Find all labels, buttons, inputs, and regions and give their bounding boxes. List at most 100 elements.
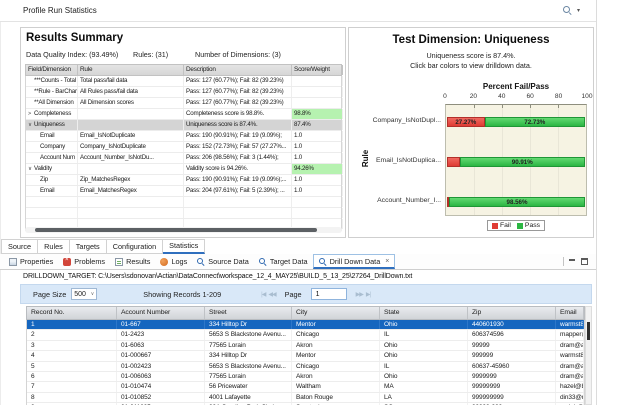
view-tab-source-data[interactable]: Source Data bbox=[192, 254, 254, 269]
rule-cell: Company_IsNotDuplicate bbox=[78, 142, 184, 152]
plot-area: 27.27%72.73% 90.91% 98.56% bbox=[445, 104, 587, 216]
table-cell: 334 Hilltop Dr bbox=[205, 351, 292, 360]
field-cell: Email bbox=[26, 131, 78, 141]
column-header[interactable]: City bbox=[292, 307, 380, 319]
table-row[interactable]: 601-00606377565 LorainAkronOhio9999999dr… bbox=[27, 372, 584, 382]
column-header[interactable]: Account Number bbox=[117, 307, 205, 319]
page-toolbar: Page Size 500 ∨ Showing Records 1-209 |◀… bbox=[20, 284, 592, 304]
rule-cell: Email_MatchesRegex bbox=[78, 186, 184, 196]
chevron-expanded-icon[interactable]: ∨ bbox=[28, 121, 34, 130]
score-cell: 98.8% bbox=[292, 109, 343, 119]
pass-segment[interactable]: 72.73% bbox=[485, 117, 585, 127]
column-header[interactable]: Email bbox=[556, 307, 584, 319]
table-row[interactable]: 501-0024235653 S Blackstone Avenu...Chic… bbox=[27, 362, 584, 372]
fail-segment[interactable]: 27.27% bbox=[447, 117, 485, 127]
tab-rules[interactable]: Rules bbox=[38, 239, 70, 254]
logs-icon bbox=[160, 258, 168, 266]
column-header[interactable]: Zip bbox=[468, 307, 556, 319]
view-tab-logs[interactable]: Logs bbox=[155, 254, 192, 269]
field-cell: Zip bbox=[26, 175, 78, 185]
table-row[interactable]: 201-24235653 S Blackstone Avenu...Chicag… bbox=[27, 330, 584, 340]
chevron-down-icon[interactable]: ▾ bbox=[577, 7, 580, 14]
view-tab-drill-down-data[interactable]: Drill Down Data× bbox=[313, 254, 396, 269]
column-header[interactable]: Street bbox=[205, 307, 292, 319]
field-cell: **Rule - BarChar bbox=[26, 87, 78, 97]
chevron-expanded-icon[interactable]: ∨ bbox=[28, 165, 34, 174]
score-cell: 1.0 bbox=[292, 142, 343, 152]
category-label: Company_IsNotDupl... bbox=[351, 117, 441, 124]
vertical-scrollbar[interactable] bbox=[585, 306, 592, 405]
table-cell: 5653 S Blackstone Avenu... bbox=[205, 330, 292, 339]
results-row[interactable]: EmailEmail_MatchesRegexPass: 204 (97.61%… bbox=[26, 186, 341, 197]
table-cell: 01-010474 bbox=[117, 382, 205, 391]
horizontal-scrollbar[interactable] bbox=[25, 227, 342, 233]
results-row[interactable]: >CompletenessCompleteness score is 98.8%… bbox=[26, 109, 341, 120]
results-row[interactable]: CompanyCompany_IsNotDuplicatePass: 152 (… bbox=[26, 142, 341, 153]
table-cell: 60637-45960 bbox=[468, 362, 556, 371]
first-page-button[interactable]: |◀ bbox=[261, 291, 265, 298]
results-row[interactable]: **All DimensionAll Dimension scoresPass:… bbox=[26, 98, 341, 109]
chart-title: Percent Fail/Pass bbox=[445, 82, 587, 91]
page-input[interactable]: 1 bbox=[311, 288, 347, 300]
tab-targets[interactable]: Targets bbox=[70, 239, 107, 254]
tab-source[interactable]: Source bbox=[1, 239, 38, 254]
rules-count-label: Rules: (31) bbox=[133, 50, 168, 59]
column-header: Rule bbox=[78, 65, 184, 75]
next-page-button[interactable]: ▶▶ bbox=[356, 291, 363, 298]
table-cell: din33@nc bbox=[556, 393, 584, 402]
table-row[interactable]: 701-01047456 PricewaterWalthamMA99999999… bbox=[27, 382, 584, 392]
rule-cell: Account_Number_IsNotDu... bbox=[78, 153, 184, 163]
x-axis: 020406080100 bbox=[445, 93, 587, 101]
pass-segment[interactable]: 90.91% bbox=[460, 157, 585, 167]
results-row[interactable]: **Rule - BarCharAll Rules pass/fail data… bbox=[26, 87, 341, 98]
table-cell: 440601930 bbox=[468, 320, 556, 329]
table-cell: Waltham bbox=[292, 382, 380, 391]
horizontal-scrollbar-thumb[interactable] bbox=[35, 228, 317, 232]
table-cell: 4 bbox=[27, 351, 117, 360]
results-row[interactable]: ∨UniquenessUniqueness score is 87.4%.87.… bbox=[26, 120, 341, 131]
field-cell: >Completeness bbox=[26, 109, 78, 119]
tab-configuration[interactable]: Configuration bbox=[107, 239, 163, 254]
field-cell: Account Num bbox=[26, 153, 78, 163]
last-page-button[interactable]: ▶| bbox=[366, 291, 370, 298]
tab-statistics[interactable]: Statistics bbox=[163, 239, 205, 254]
results-row[interactable]: EmailEmail_IsNotDuplicatePass: 190 (90.9… bbox=[26, 131, 341, 142]
table-header: Record No.Account NumberStreetCityStateZ… bbox=[26, 306, 585, 320]
table-row[interactable]: 301-606377565 LorainAkronOhio99999dram@a… bbox=[27, 341, 584, 351]
results-row[interactable]: ***Counts - TotalTotal pass/fail dataPas… bbox=[26, 76, 341, 87]
vertical-scrollbar-thumb[interactable] bbox=[587, 322, 590, 340]
column-header[interactable]: Record No. bbox=[27, 307, 117, 319]
fail-segment[interactable] bbox=[447, 157, 460, 167]
chevron-collapsed-icon[interactable]: > bbox=[28, 110, 34, 119]
column-header[interactable]: State bbox=[380, 307, 468, 319]
window-right-border bbox=[596, 0, 597, 405]
table-cell: 334 Hilltop Dr bbox=[205, 320, 292, 329]
score-cell: 1.0 bbox=[292, 153, 343, 163]
table-cell: 6 bbox=[27, 372, 117, 381]
close-icon[interactable]: × bbox=[385, 258, 389, 265]
results-row[interactable]: ∨ValidityValidity score is 94.26%.94.26% bbox=[26, 164, 341, 175]
minimize-icon[interactable] bbox=[569, 258, 576, 265]
pass-segment[interactable]: 98.56% bbox=[449, 197, 585, 207]
table-row[interactable]: 801-0108524001 LafayetteBaton RougeLA999… bbox=[27, 393, 584, 403]
view-tab-results[interactable]: Results bbox=[110, 254, 155, 269]
view-controls bbox=[563, 257, 588, 266]
page-size-select[interactable]: 500 ∨ bbox=[71, 288, 97, 300]
dimensions-count-label: Number of Dimensions: (3) bbox=[195, 50, 281, 59]
maximize-icon[interactable] bbox=[581, 258, 588, 265]
view-tab-target-data[interactable]: Target Data bbox=[254, 254, 313, 269]
table-cell: 2 bbox=[27, 330, 117, 339]
table-row[interactable]: 101-667334 Hilltop DrMentorOhio440601930… bbox=[27, 320, 584, 330]
search-icon[interactable] bbox=[563, 6, 573, 16]
view-titlebar: Profile Run Statistics ▾ bbox=[0, 0, 596, 22]
view-tab-problems[interactable]: Problems bbox=[58, 254, 110, 269]
results-row[interactable]: ZipZip_MatchesRegexPass: 190 (90.91%); F… bbox=[26, 175, 341, 186]
prev-page-button[interactable]: ◀◀ bbox=[268, 291, 275, 298]
tick-mark bbox=[530, 105, 531, 108]
search-icon bbox=[319, 257, 327, 265]
results-row[interactable]: Account NumAccount_Number_IsNotDu...Pass… bbox=[26, 153, 341, 164]
table-row[interactable]: 401-000667334 Hilltop DrMentorOhio999999… bbox=[27, 351, 584, 361]
search-icon bbox=[197, 258, 205, 266]
drilldown-table: Record No.Account NumberStreetCityStateZ… bbox=[26, 306, 585, 405]
view-tab-properties[interactable]: Properties bbox=[4, 254, 58, 269]
